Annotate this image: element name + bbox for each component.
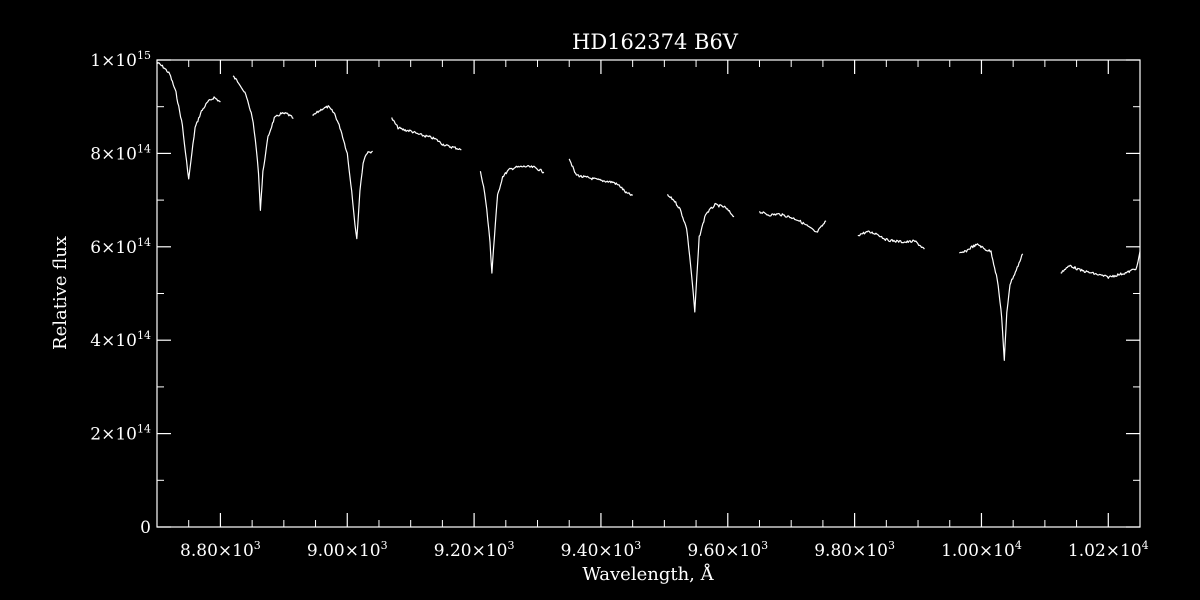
spectrum-segment-10 — [959, 243, 1024, 361]
ticks — [156, 59, 1141, 528]
x-axis-title: Wavelength, Å — [582, 563, 714, 585]
spectrum-segment-1 — [156, 61, 221, 180]
spectrum-segment-4 — [391, 117, 462, 151]
y-tick-label: 2×1014 — [90, 423, 151, 445]
x-tick-label: 9.00×103 — [307, 539, 388, 561]
spectrum-chart: HD162374 B6V Wavelength, Å Relative flux… — [50, 30, 1149, 585]
x-tick-label: 9.40×103 — [561, 539, 642, 561]
spectrum-segment-11 — [1060, 251, 1141, 279]
spectrum-segment-9 — [857, 230, 925, 250]
x-tick-label: 1.00×104 — [941, 539, 1022, 561]
tick-labels: 8.80×103 9.00×103 9.20×103 9.40×103 9.60×103… — [90, 49, 1148, 561]
spectrum-segment-3 — [312, 105, 373, 240]
y-tick-label: 8×1014 — [90, 142, 151, 164]
spectrum-segment-5 — [479, 165, 545, 274]
y-tick-label: 6×1014 — [90, 236, 151, 258]
y-tick-label: 1×1015 — [90, 49, 151, 71]
series-group — [156, 61, 1141, 361]
y-axis-title: Relative flux — [50, 236, 71, 350]
y-tick-label: 0 — [140, 518, 151, 538]
plot-frame — [156, 59, 1141, 528]
spectrum-segment-2 — [232, 75, 294, 211]
spectrum-segment-6 — [568, 158, 633, 196]
spectrum-segment-7 — [666, 194, 735, 313]
chart-title: HD162374 B6V — [572, 30, 739, 54]
x-tick-label: 9.80×103 — [814, 539, 895, 561]
x-tick-label: 8.80×103 — [180, 539, 261, 561]
spectrum-segment-8 — [758, 211, 827, 233]
x-tick-label: 9.60×103 — [687, 539, 768, 561]
x-tick-label: 1.02×104 — [1068, 539, 1149, 561]
x-tick-label: 9.20×103 — [434, 539, 515, 561]
y-tick-label: 4×1014 — [90, 329, 151, 351]
axes — [156, 59, 1141, 528]
